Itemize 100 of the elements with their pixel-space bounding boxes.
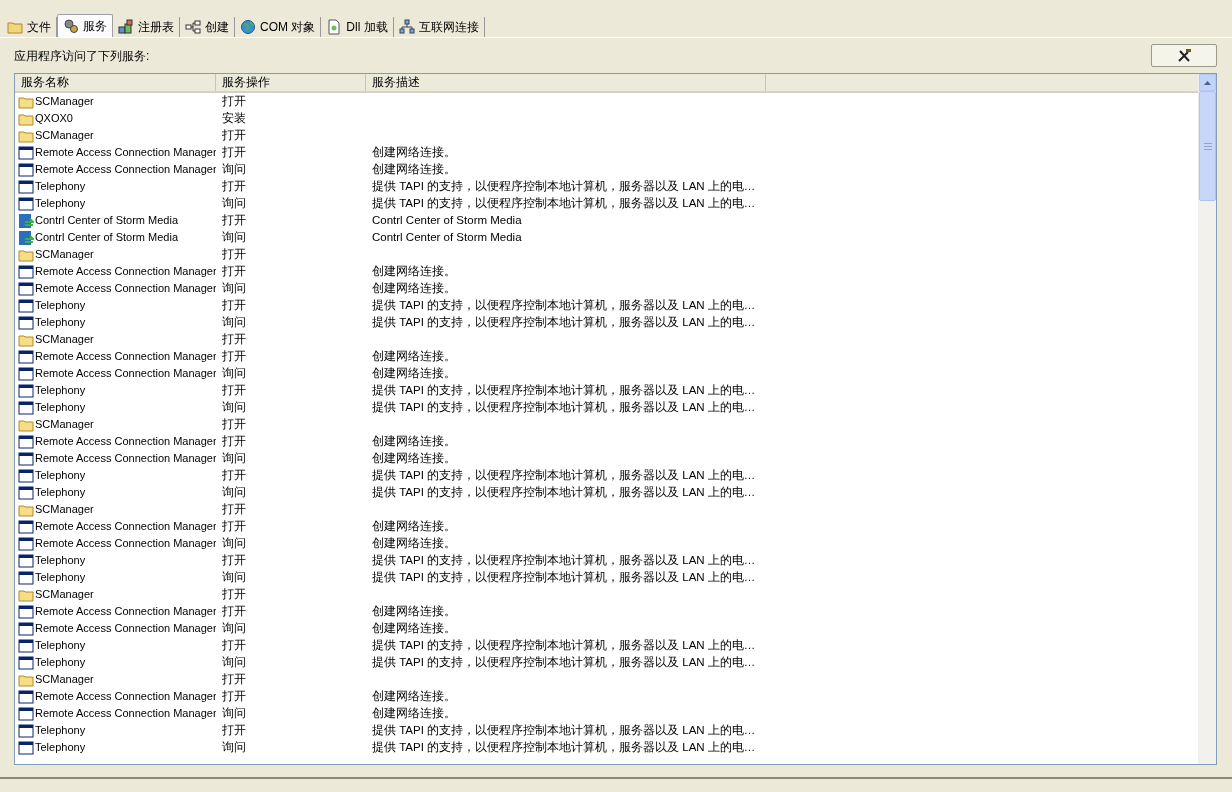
window-icon <box>18 399 34 416</box>
window-icon <box>18 518 34 535</box>
window-icon <box>18 603 34 620</box>
window-icon <box>18 263 34 280</box>
tab[interactable]: 互联网连接 <box>393 17 485 37</box>
service-action: 打开 <box>222 603 246 620</box>
service-action: 询问 <box>222 535 246 552</box>
service-name: Remote Access Connection Manager <box>35 536 216 551</box>
service-name: Telephony <box>35 638 86 653</box>
service-action: 打开 <box>222 297 246 314</box>
window-icon <box>18 637 34 654</box>
service-description: 创建网络连接。 <box>372 281 456 296</box>
service-action: 打开 <box>222 178 246 195</box>
window-icon <box>18 739 34 756</box>
service-description: 提供 TAPI 的支持，以便程序控制本地计算机，服务器以及 LAN 上的电… <box>372 298 756 313</box>
service-name: SCManager <box>35 94 94 109</box>
tools-button[interactable] <box>1151 44 1217 67</box>
media-icon <box>18 212 34 229</box>
service-name: Remote Access Connection Manager <box>35 434 216 449</box>
scroll-thumb[interactable] <box>1199 91 1216 201</box>
service-action: 询问 <box>222 280 246 297</box>
service-name: Remote Access Connection Manager <box>35 264 216 279</box>
service-description: 创建网络连接。 <box>372 366 456 381</box>
service-action: 打开 <box>222 348 246 365</box>
scrollbar[interactable] <box>1198 74 1216 764</box>
service-description: 提供 TAPI 的支持，以便程序控制本地计算机，服务器以及 LAN 上的电… <box>372 315 756 330</box>
window-icon <box>18 705 34 722</box>
service-description: 提供 TAPI 的支持，以便程序控制本地计算机，服务器以及 LAN 上的电… <box>372 196 756 211</box>
service-description: 提供 TAPI 的支持，以便程序控制本地计算机，服务器以及 LAN 上的电… <box>372 723 756 738</box>
service-description: 创建网络连接。 <box>372 451 456 466</box>
service-action: 安装 <box>222 110 246 127</box>
service-action: 询问 <box>222 739 246 756</box>
service-action: 询问 <box>222 450 246 467</box>
service-description: Contrl Center of Storm Media <box>372 213 522 228</box>
service-action: 询问 <box>222 484 246 501</box>
window-icon <box>18 280 34 297</box>
service-name: Telephony <box>35 179 86 194</box>
service-name: Telephony <box>35 298 86 313</box>
column-header[interactable]: 服务名称 <box>15 74 216 91</box>
service-action: 询问 <box>222 654 246 671</box>
service-action: 打开 <box>222 637 246 654</box>
service-name: Telephony <box>35 723 86 738</box>
service-action: 打开 <box>222 382 246 399</box>
service-name: SCManager <box>35 502 94 517</box>
service-action: 打开 <box>222 671 246 688</box>
column-header[interactable]: 服务描述 <box>366 74 766 91</box>
service-description: 创建网络连接。 <box>372 604 456 619</box>
tab[interactable]: 创建 <box>180 17 235 37</box>
service-name: Remote Access Connection Manager <box>35 366 216 381</box>
service-name: SCManager <box>35 247 94 262</box>
service-action: 打开 <box>222 144 246 161</box>
tab[interactable]: 服务 <box>57 14 113 37</box>
service-description: 提供 TAPI 的支持，以便程序控制本地计算机，服务器以及 LAN 上的电… <box>372 179 756 194</box>
service-action: 询问 <box>222 705 246 722</box>
document-icon <box>326 19 343 35</box>
service-description: 创建网络连接。 <box>372 536 456 551</box>
service-name: Contrl Center of Storm Media <box>35 213 179 228</box>
grip-icon <box>1203 142 1212 150</box>
service-action: 询问 <box>222 314 246 331</box>
tab[interactable]: COM 对象 <box>235 17 322 37</box>
service-description: 创建网络连接。 <box>372 689 456 704</box>
window-icon <box>18 722 34 739</box>
service-name: Telephony <box>35 196 86 211</box>
tab[interactable]: 注册表 <box>113 17 180 37</box>
service-name: Remote Access Connection Manager <box>35 145 216 160</box>
column-header[interactable]: 服务操作 <box>216 74 366 91</box>
service-name: Telephony <box>35 383 86 398</box>
service-description: Contrl Center of Storm Media <box>372 230 522 245</box>
tab[interactable]: Dll 加载 <box>321 17 394 37</box>
service-action: 打开 <box>222 518 246 535</box>
service-name: Telephony <box>35 570 86 585</box>
service-description: 创建网络连接。 <box>372 621 456 636</box>
service-name: Remote Access Connection Manager <box>35 519 216 534</box>
service-description: 提供 TAPI 的支持，以便程序控制本地计算机，服务器以及 LAN 上的电… <box>372 740 756 755</box>
service-description: 创建网络连接。 <box>372 264 456 279</box>
window-icon <box>18 314 34 331</box>
window-icon <box>18 654 34 671</box>
service-description: 提供 TAPI 的支持，以便程序控制本地计算机，服务器以及 LAN 上的电… <box>372 468 756 483</box>
window-icon <box>18 178 34 195</box>
gears-icon <box>63 18 79 34</box>
up-arrow-icon <box>1204 80 1211 85</box>
service-action: 打开 <box>222 586 246 603</box>
service-action: 询问 <box>222 365 246 382</box>
service-action: 询问 <box>222 399 246 416</box>
service-name: SCManager <box>35 332 94 347</box>
window-icon <box>18 195 34 212</box>
service-name: Telephony <box>35 315 86 330</box>
nodes-icon <box>185 19 201 35</box>
media-icon <box>18 229 34 246</box>
window-icon <box>18 467 34 484</box>
service-name: SCManager <box>35 587 94 602</box>
service-name: SCManager <box>35 417 94 432</box>
folder-icon <box>7 19 23 35</box>
window-icon <box>18 365 34 382</box>
window-icon <box>18 450 34 467</box>
service-description: 创建网络连接。 <box>372 162 456 177</box>
service-name: SCManager <box>35 672 94 687</box>
tab[interactable]: 文件 <box>2 17 57 37</box>
service-name: Remote Access Connection Manager <box>35 689 216 704</box>
service-action: 打开 <box>222 501 246 518</box>
